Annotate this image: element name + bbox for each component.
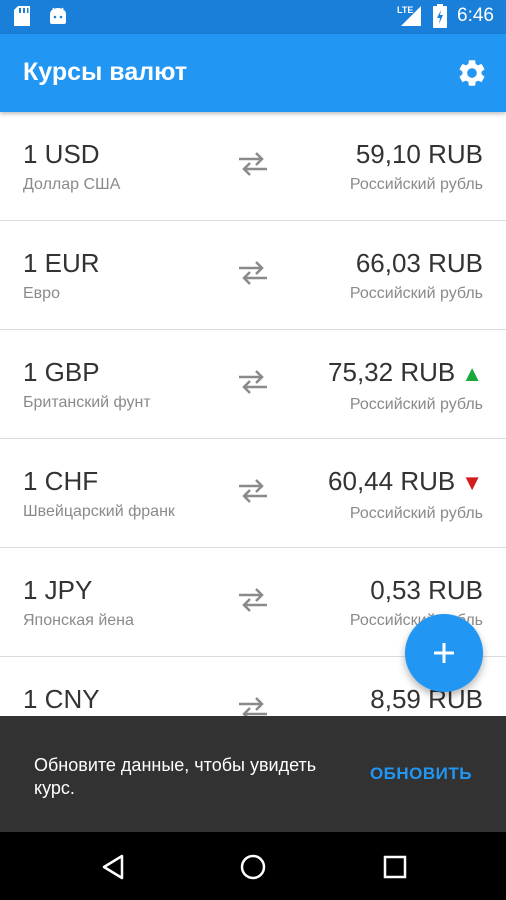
rate-row[interactable]: 1 EUR Евро 66,03 RUB Российский рубль xyxy=(0,221,506,330)
target-currency-name: Российский рубль xyxy=(349,176,483,193)
back-button[interactable] xyxy=(98,852,128,882)
rate-value-text: 60,44 RUB xyxy=(328,466,456,496)
navigation-bar xyxy=(0,832,506,900)
recents-button[interactable] xyxy=(380,852,410,882)
swap-button[interactable] xyxy=(237,259,269,287)
swap-button[interactable] xyxy=(237,150,269,178)
back-icon xyxy=(102,854,124,880)
rate-value: 60,44 RUB ▼ xyxy=(328,467,483,497)
snackbar: Обновите данные, чтобы увидеть курс. ОБН… xyxy=(0,716,506,832)
plus-icon xyxy=(434,643,454,663)
rate-target: 59,10 RUB Российский рубль xyxy=(350,140,483,194)
currency-name: Британский фунт xyxy=(23,394,151,411)
rate-row[interactable]: 1 GBP Британский фунт 75,32 RUB ▲ Российский… xyxy=(0,330,506,439)
home-icon xyxy=(240,854,266,880)
battery-icon xyxy=(433,4,448,28)
rate-value-text: 8,59 RUB xyxy=(370,684,483,714)
swap-icon xyxy=(239,370,267,394)
rate-target: 60,44 RUB ▼ Российский рубль xyxy=(328,467,483,523)
add-currency-button[interactable] xyxy=(405,614,483,692)
signal-indicator: LTE xyxy=(397,4,423,28)
rate-target: 75,32 RUB ▲ Российский рубль xyxy=(328,358,483,414)
currency-code: 1 USD xyxy=(23,139,100,169)
currency-code: 1 JPY xyxy=(23,575,93,605)
rate-target: 66,03 RUB Российский рубль xyxy=(350,249,483,303)
rate-value: 0,53 RUB xyxy=(350,576,483,604)
swap-button[interactable] xyxy=(237,586,269,614)
status-time: 6:46 xyxy=(457,5,494,26)
currency-name: Швейцарский франк xyxy=(23,503,175,520)
currency-code: 1 CNY xyxy=(23,684,100,714)
refresh-button[interactable]: ОБНОВИТЬ xyxy=(370,764,472,784)
status-bar: LTE 6:46 xyxy=(0,0,506,34)
currency-name: Доллар США xyxy=(23,176,121,193)
trend-down-icon: ▼ xyxy=(461,470,483,495)
swap-button[interactable] xyxy=(237,368,269,396)
page-title: Курсы валют xyxy=(23,58,188,86)
currency-code: 1 CHF xyxy=(23,466,99,496)
status-left xyxy=(14,6,68,26)
rate-source: 1 EUR Евро xyxy=(23,249,100,303)
rate-value: 75,32 RUB ▲ xyxy=(328,358,483,388)
rate-source: 1 USD Доллар США xyxy=(23,140,120,194)
android-icon xyxy=(50,7,66,24)
sd-card-icon xyxy=(14,6,30,26)
settings-button[interactable] xyxy=(456,57,488,89)
swap-icon xyxy=(239,261,267,285)
target-currency-name: Российский рубль xyxy=(349,505,483,522)
rate-source: 1 GBP Британский фунт xyxy=(23,358,151,412)
currency-code: 1 GBP xyxy=(23,357,100,387)
status-right: LTE 6:46 xyxy=(397,4,494,28)
swap-icon xyxy=(239,479,267,503)
signal-icon xyxy=(401,6,422,26)
rate-row[interactable]: 1 CHF Швейцарский франк 60,44 RUB ▼ Российск… xyxy=(0,439,506,548)
rate-source: 1 JPY Японская йена xyxy=(23,576,134,630)
currency-code: 1 EUR xyxy=(23,248,100,278)
recents-icon xyxy=(383,855,407,879)
currency-name: Японская йена xyxy=(23,612,134,629)
rate-value-text: 75,32 RUB xyxy=(328,357,456,387)
rate-value-text: 59,10 RUB xyxy=(355,139,483,169)
app-bar: Курсы валют xyxy=(0,34,506,112)
swap-icon xyxy=(239,588,267,612)
rate-value: 66,03 RUB xyxy=(350,249,483,277)
target-currency-name: Российский рубль xyxy=(349,285,483,302)
rate-value: 8,59 RUB xyxy=(370,685,483,713)
rate-row[interactable]: 1 USD Доллар США 59,10 RUB Российский рубль xyxy=(0,112,506,221)
home-button[interactable] xyxy=(238,852,268,882)
rate-value-text: 66,03 RUB xyxy=(355,248,483,278)
target-currency-name: Российский рубль xyxy=(349,396,483,413)
currency-name: Евро xyxy=(23,285,60,302)
swap-icon xyxy=(239,152,267,176)
gear-icon xyxy=(459,60,485,86)
rate-source: 1 CHF Швейцарский франк xyxy=(23,467,175,521)
rate-value: 59,10 RUB xyxy=(350,140,483,168)
swap-button[interactable] xyxy=(237,477,269,505)
snackbar-message: Обновите данные, чтобы увидеть курс. xyxy=(34,755,317,798)
trend-up-icon: ▲ xyxy=(461,361,483,386)
rate-value-text: 0,53 RUB xyxy=(370,575,483,605)
